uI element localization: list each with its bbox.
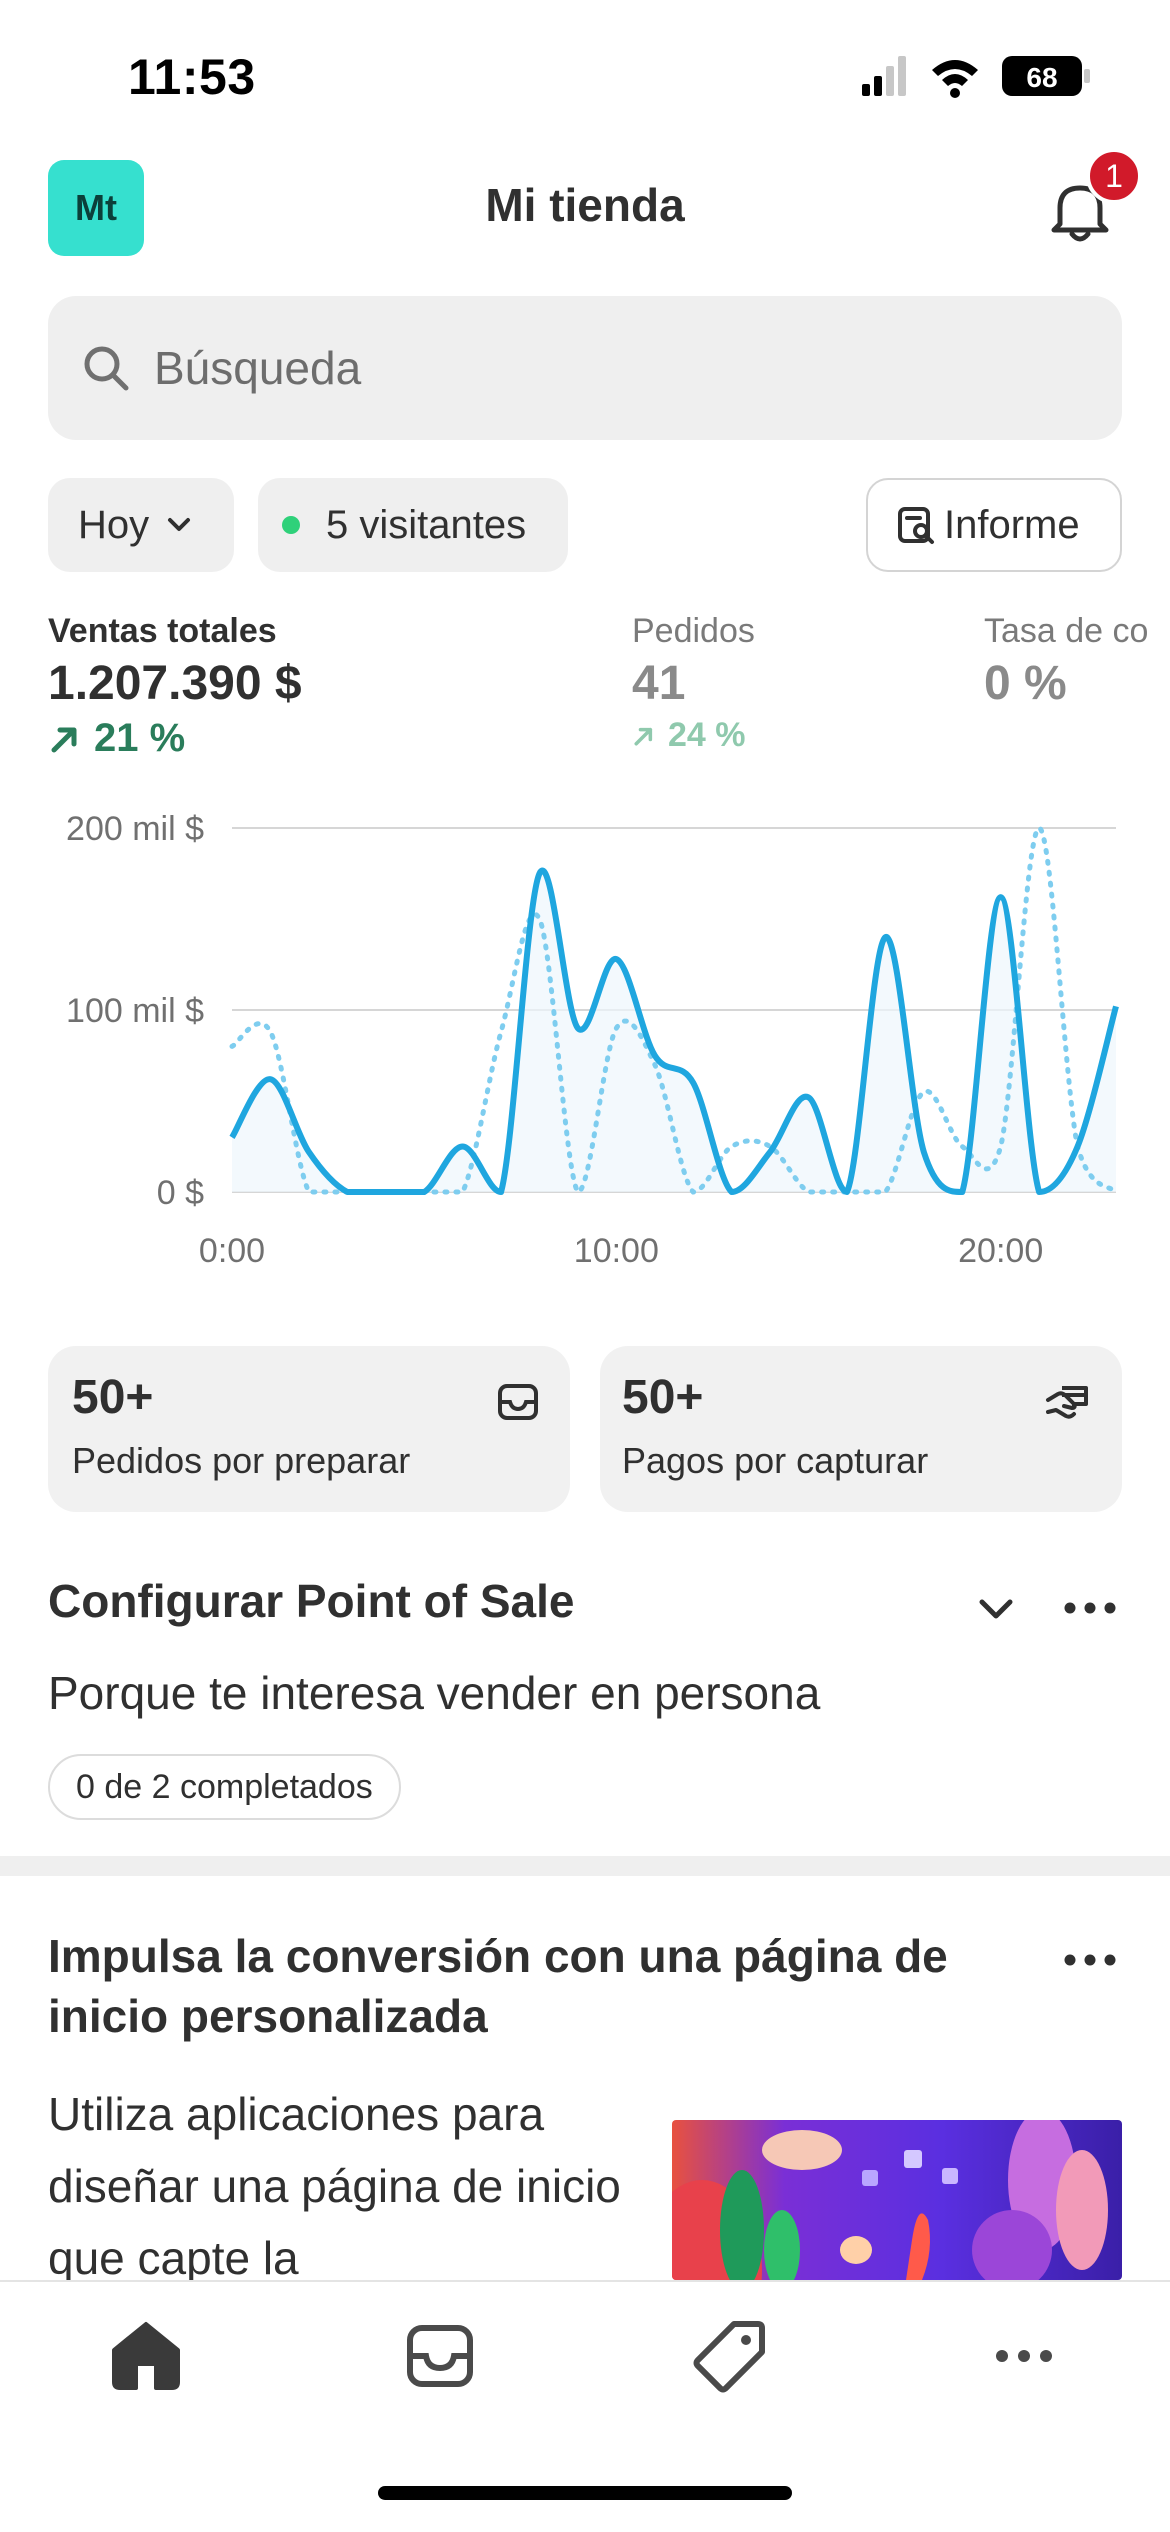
x-tick-label: 0:00 [199, 1232, 265, 1270]
svg-text:68: 68 [1026, 62, 1057, 93]
setup-description: Porque te interesa vender en persona [48, 1667, 821, 1719]
more-options-icon[interactable] [1062, 1582, 1118, 1634]
metric-label-sales[interactable]: Ventas totales [48, 612, 277, 651]
setup-progress-badge: 0 de 2 completados [48, 1754, 401, 1820]
wifi-icon [932, 60, 978, 98]
metric-label-conversion[interactable]: Tasa de co [984, 612, 1148, 651]
metric-delta-sales: 21 % [48, 716, 185, 761]
report-label: Informe [944, 502, 1080, 547]
report-button[interactable]: Informe [866, 478, 1122, 572]
metric-delta-orders-text: 24 % [668, 716, 746, 754]
metric-label-orders[interactable]: Pedidos [632, 612, 755, 651]
arrow-up-right-icon [634, 727, 653, 746]
promo-illustration [672, 2120, 1122, 2280]
date-range-selector[interactable]: Hoy [48, 478, 234, 572]
card-count: 50+ [72, 1371, 154, 1424]
y-tick-label: 0 $ [157, 1174, 204, 1212]
arrow-up-right-icon [51, 727, 77, 752]
inbox-icon [498, 1384, 538, 1420]
metric-value-orders: 41 [632, 657, 686, 710]
report-icon [898, 507, 934, 544]
signal-icon [862, 56, 906, 96]
home-indicator [378, 2486, 792, 2500]
promo-description: Utiliza aplicaciones para diseñar una pá… [48, 2088, 621, 2284]
notification-badge: 1 [1086, 148, 1142, 204]
card-label: Pedidos por preparar [72, 1440, 411, 1481]
search-input[interactable] [152, 336, 1052, 400]
section-divider [0, 1856, 1170, 1876]
metric-delta-orders: 24 % [632, 716, 746, 755]
card-count: 50+ [622, 1371, 704, 1424]
y-tick-label: 200 mil $ [66, 810, 204, 848]
visitors-label: 5 visitantes [326, 502, 527, 547]
date-range-label: Hoy [78, 502, 150, 547]
payments-to-capture-card[interactable]: 50+ Pagos por capturar [600, 1346, 1122, 1512]
promo-title: Impulsa la conversión con una página de … [48, 1930, 948, 2042]
hand-card-icon [1046, 1386, 1088, 1419]
y-tick-label: 100 mil $ [66, 992, 204, 1030]
card-label: Pagos por capturar [622, 1440, 929, 1481]
status-icons: 68 [862, 56, 1090, 98]
sales-chart[interactable]: 200 mil $ 100 mil $ 0 $ 0:00 10:00 20:00 [0, 790, 1170, 1290]
home-icon[interactable] [102, 2312, 190, 2400]
search-icon [84, 346, 129, 391]
status-time: 11:53 [128, 49, 256, 105]
chevron-down-icon [168, 518, 191, 531]
metric-value-conversion: 0 % [984, 657, 1067, 710]
battery-icon: 68 [1002, 56, 1090, 96]
x-tick-label: 10:00 [574, 1232, 659, 1270]
more-icon[interactable] [980, 2312, 1068, 2400]
chevron-down-icon[interactable] [970, 1582, 1022, 1634]
metric-value-sales: 1.207.390 $ [48, 657, 302, 710]
products-icon[interactable] [686, 2312, 774, 2400]
page-title: Mi tienda [485, 179, 685, 231]
metric-delta-sales-text: 21 % [94, 716, 186, 760]
setup-title: Configurar Point of Sale [48, 1575, 575, 1627]
x-tick-label: 20:00 [958, 1232, 1043, 1270]
orders-to-fulfill-card[interactable]: 50+ Pedidos por preparar [48, 1346, 570, 1512]
live-visitors-pill[interactable]: 5 visitantes [258, 478, 568, 572]
more-options-icon[interactable] [1062, 1934, 1118, 1986]
live-dot-icon [282, 516, 300, 534]
orders-icon[interactable] [396, 2312, 484, 2400]
